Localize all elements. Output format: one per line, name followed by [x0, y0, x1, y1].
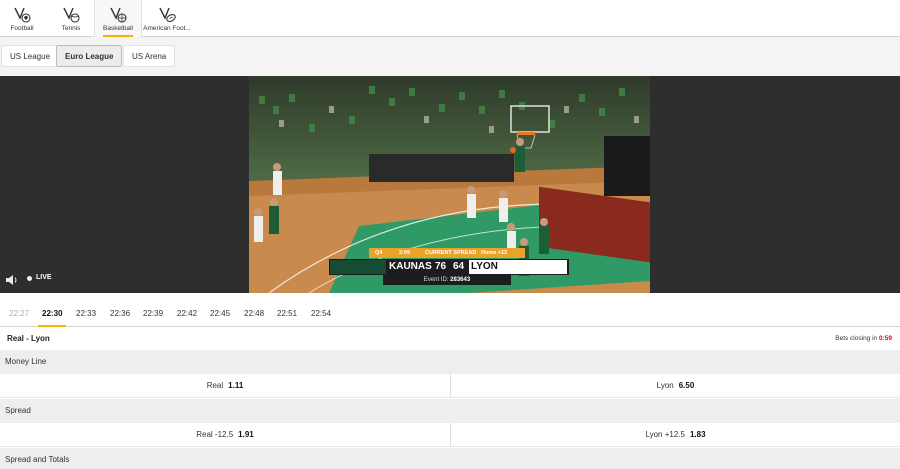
league-euro-league[interactable]: Euro League	[56, 45, 123, 67]
league-us-arena[interactable]: US Arena	[123, 45, 176, 67]
sport-tab-bar: Football Tennis Basketball American Foot…	[0, 0, 900, 37]
league-us-league[interactable]: US League	[1, 45, 60, 67]
time-slot[interactable]: 22:51	[277, 300, 297, 327]
event-id-value: 283643	[450, 277, 471, 283]
sport-tab-label: Basketball	[103, 25, 133, 32]
event-id-label: Event ID:	[423, 277, 449, 283]
scoreboard-info-bar: Q4 2:09 CURRENT SPREAD Home +12	[369, 248, 525, 258]
time-slot[interactable]: 22:45	[210, 300, 230, 327]
live-indicator-dot	[27, 276, 32, 281]
time-slot[interactable]: 22:42	[177, 300, 197, 327]
odd-value: 1.91	[238, 430, 254, 439]
bets-closing: Bets closing in 0:59	[835, 335, 892, 342]
odd-value: 1.83	[689, 430, 706, 439]
sport-tab-label: American Foot...	[143, 25, 191, 32]
home-score: 76	[435, 261, 447, 272]
tab-tennis[interactable]: Tennis	[48, 0, 94, 37]
tab-football[interactable]: Football	[0, 0, 44, 37]
odd-label: Real -12.5	[196, 430, 234, 439]
bets-closing-timer: 0:59	[878, 335, 892, 342]
live-label: LIVE	[36, 274, 52, 281]
time-slot[interactable]: 22:36	[110, 300, 130, 327]
odd-button-home[interactable]: Real 1.11	[0, 374, 450, 398]
market-header-money-line: Money Line	[0, 350, 900, 374]
sport-tab-label: Football	[10, 25, 34, 32]
odd-value: 6.50	[678, 381, 695, 390]
home-team: KAUNAS	[389, 261, 432, 272]
away-score: 64	[453, 261, 465, 272]
market-header-spread: Spread	[0, 399, 900, 423]
bets-closing-label: Bets closing in	[835, 335, 878, 342]
time-slot[interactable]: 22:39	[143, 300, 163, 327]
scoreboard-stripe	[330, 260, 386, 274]
time-slot[interactable]: 22:33	[76, 300, 96, 327]
event-time-bar: 22:27 22:30 22:33 22:36 22:39 22:42 22:4…	[0, 300, 900, 327]
video-player: Q4 2:09 CURRENT SPREAD Home +12 KAUNAS 7…	[0, 76, 900, 293]
market-row-spread: Real -12.5 1.91 Lyon +12.5 1.83	[0, 423, 900, 447]
odd-value: 1.11	[228, 381, 244, 390]
odd-label: Lyon	[656, 381, 674, 390]
market-row-money-line: Real 1.11 Lyon 6.50	[0, 374, 900, 398]
time-slot-active[interactable]: 22:30	[37, 300, 68, 327]
video-frame[interactable]: Q4 2:09 CURRENT SPREAD Home +12 KAUNAS 7…	[249, 76, 650, 293]
tennis-icon	[63, 7, 80, 23]
odd-button-away[interactable]: Lyon 6.50	[450, 374, 900, 398]
event-id: Event ID: 283643	[383, 275, 511, 285]
market-title: Money Line	[5, 357, 47, 366]
tab-american-football[interactable]: American Foot...	[142, 0, 192, 37]
odd-button-away[interactable]: Lyon +12.5 1.83	[450, 423, 900, 447]
scoreboard: KAUNAS 76 64 LYON	[329, 259, 569, 275]
american-football-icon	[159, 7, 176, 22]
tab-basketball[interactable]: Basketball	[94, 0, 142, 37]
market-title: Spread and Totals	[5, 455, 70, 464]
market-header-spread-totals: Spread and Totals	[0, 448, 900, 469]
odd-button-home[interactable]: Real -12.5 1.91	[0, 423, 450, 447]
league-bar: US League Euro League US Arena	[0, 37, 900, 76]
basketball-icon	[110, 7, 127, 23]
market-title: Spread	[5, 406, 31, 415]
time-slot[interactable]: 22:27	[9, 300, 29, 327]
time-slot[interactable]: 22:54	[311, 300, 331, 327]
odd-label: Real	[206, 381, 224, 390]
match-title: Real - Lyon	[7, 334, 50, 343]
away-team: LYON	[469, 260, 567, 274]
game-clock: 2:09	[399, 250, 411, 256]
match-header: Real - Lyon Bets closing in 0:59	[0, 327, 900, 350]
spread-value: Home +12	[481, 250, 508, 256]
football-icon	[14, 7, 31, 23]
spread-label: CURRENT SPREAD	[425, 250, 477, 256]
speaker-icon[interactable]	[5, 274, 19, 286]
odd-label: Lyon +12.5	[645, 430, 685, 439]
sport-tab-label: Tennis	[61, 25, 81, 32]
quarter: Q4	[375, 250, 383, 256]
time-slot[interactable]: 22:48	[244, 300, 264, 327]
